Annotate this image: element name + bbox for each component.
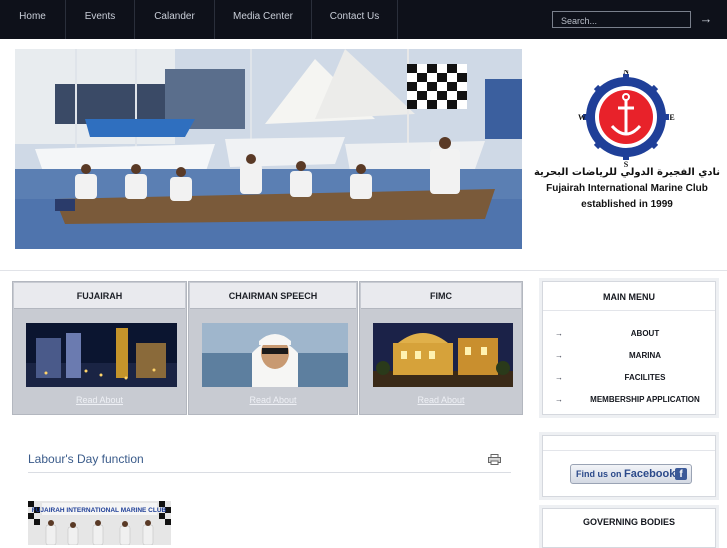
feature-box-chairman: CHAIRMAN SPEECH Read About: [188, 281, 358, 415]
compass-e: E: [669, 113, 674, 122]
club-logo: N S W E: [540, 67, 710, 220]
read-about-fimc-link[interactable]: Read About: [360, 395, 522, 405]
arrow-right-icon: →: [555, 395, 563, 404]
menu-item-membership-application[interactable]: → MEMBERSHIP APPLICATION: [543, 395, 717, 411]
club-name-english: Fujairah International Marine Club: [546, 183, 708, 194]
menu-item-label: MEMBERSHIP APPLICATION: [590, 395, 700, 404]
facebook-button[interactable]: Find us on Facebook f: [570, 464, 692, 484]
nav-contact-us[interactable]: Contact Us: [312, 0, 398, 39]
club-name-arabic: نادي الفجيرة الدولي للرياضات البحرية: [533, 167, 721, 178]
menu-item-label: ABOUT: [630, 329, 660, 338]
photo-banner-text: FUJAIRAH INTERNATIONAL MARINE CLUB: [32, 507, 167, 514]
governing-bodies-panel: GOVERNING BODIES: [539, 505, 719, 548]
compass-w: W: [578, 113, 586, 122]
compass-n: N: [623, 70, 629, 76]
facebook-panel-divider: [543, 450, 715, 451]
facebook-icon: f: [675, 468, 687, 480]
feature-box-fimc: FIMC Read About: [359, 281, 523, 415]
read-about-chairman-link[interactable]: Read About: [189, 395, 357, 405]
read-about-fujairah-link[interactable]: Read About: [13, 395, 186, 405]
feature-image-fimc: [373, 323, 513, 387]
arrow-right-icon: →: [555, 373, 563, 382]
arrow-right-icon: →: [555, 351, 563, 360]
menu-item-facilities[interactable]: → FACILITES: [543, 373, 717, 389]
menu-item-label: FACILITES: [624, 373, 666, 382]
main-menu-panel: MAIN MENU → ABOUT → MARINA → FACILITES →…: [539, 278, 719, 418]
main-menu-title: MAIN MENU: [603, 292, 655, 302]
nav-home[interactable]: Home: [0, 0, 66, 39]
printer-icon[interactable]: [488, 452, 501, 465]
feature-title: FUJAIRAH: [14, 283, 185, 309]
article-divider: [28, 472, 511, 473]
nav-events[interactable]: Events: [66, 0, 135, 39]
article-title[interactable]: Labour's Day function: [28, 452, 144, 466]
feature-image-fujairah: [26, 323, 177, 387]
search-input[interactable]: [552, 11, 691, 28]
menu-item-about[interactable]: → ABOUT: [543, 329, 717, 345]
hero-image: [15, 49, 522, 249]
arrow-right-icon: →: [555, 329, 563, 338]
top-nav-bar: Home Events Calander Media Center Contac…: [0, 0, 727, 39]
article-photo: FUJAIRAH INTERNATIONAL MARINE CLUB: [28, 501, 171, 545]
facebook-panel: Find us on Facebook f: [539, 432, 719, 500]
feature-title: CHAIRMAN SPEECH: [190, 283, 356, 309]
governing-bodies-title[interactable]: GOVERNING BODIES: [543, 517, 715, 527]
feature-box-fujairah: FUJAIRAH Read About: [12, 281, 187, 415]
menu-item-marina[interactable]: → MARINA: [543, 351, 717, 367]
club-established: established in 1999: [581, 199, 673, 210]
nav-media-center[interactable]: Media Center: [215, 0, 312, 39]
feature-title: FIMC: [361, 283, 521, 309]
arrow-right-icon[interactable]: →: [697, 10, 715, 28]
facebook-prefix: Find us on: [576, 469, 622, 479]
menu-item-label: MARINA: [629, 351, 661, 360]
feature-image-chairman: [202, 323, 348, 387]
nav-calendar[interactable]: Calander: [135, 0, 215, 39]
facebook-brand: Facebook: [624, 468, 676, 480]
header-divider: [0, 270, 727, 271]
main-menu-divider: [543, 310, 715, 311]
